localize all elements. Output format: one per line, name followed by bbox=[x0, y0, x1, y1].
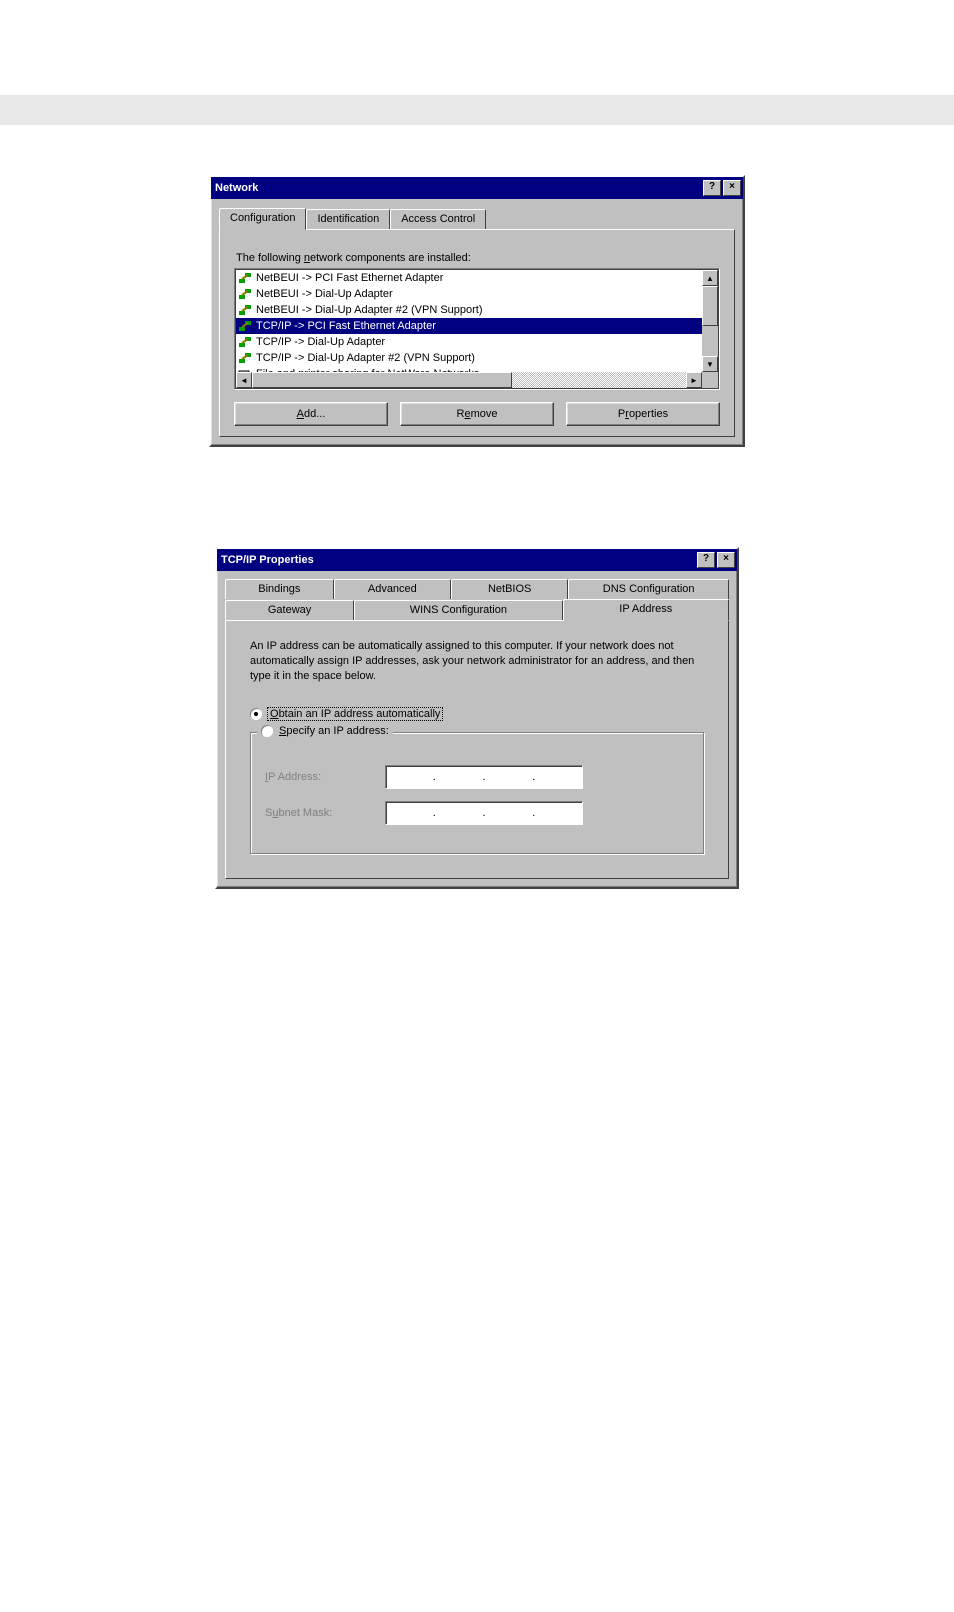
tab-wins-configuration[interactable]: WINS Configuration bbox=[354, 600, 562, 620]
scroll-down-button[interactable]: ▼ bbox=[702, 356, 718, 372]
radio-obtain-auto[interactable]: Obtain an IP address automatically bbox=[250, 706, 704, 722]
ip-description: An IP address can be automatically assig… bbox=[250, 639, 704, 684]
ip-address-pane: An IP address can be automatically assig… bbox=[225, 620, 729, 879]
tab-advanced[interactable]: Advanced bbox=[334, 579, 451, 599]
radio-specify-ip-label: Specify an IP address: bbox=[279, 725, 389, 737]
subnet-mask-label: Subnet Mask: bbox=[265, 807, 385, 819]
list-item[interactable]: NetBEUI -> Dial-Up Adapter #2 (VPN Suppo… bbox=[236, 302, 702, 318]
tab-gateway[interactable]: Gateway bbox=[225, 600, 354, 620]
tcpip-tabs-row1: Bindings Advanced NetBIOS DNS Configurat… bbox=[217, 571, 737, 599]
protocol-icon bbox=[238, 319, 252, 333]
tab-bindings[interactable]: Bindings bbox=[225, 579, 334, 599]
protocol-icon bbox=[238, 271, 252, 285]
tab-dns-configuration[interactable]: DNS Configuration bbox=[568, 579, 729, 599]
tcpip-dialog: TCP/IP Properties ? × Bindings Advanced … bbox=[215, 547, 739, 889]
list-item-label: NetBEUI -> Dial-Up Adapter #2 (VPN Suppo… bbox=[256, 304, 483, 316]
protocol-icon bbox=[238, 303, 252, 317]
list-item-label: NetBEUI -> Dial-Up Adapter bbox=[256, 288, 393, 300]
list-item[interactable]: NetBEUI -> Dial-Up Adapter bbox=[236, 286, 702, 302]
radio-button-icon bbox=[261, 725, 273, 737]
network-title: Network bbox=[215, 182, 701, 194]
page-header-bar bbox=[0, 95, 954, 125]
radio-button-icon bbox=[250, 708, 262, 720]
specify-ip-group: Specify an IP address: IP Address: . . .… bbox=[250, 732, 704, 854]
ip-address-label: IP Address: bbox=[265, 771, 385, 783]
list-item-label: NetBEUI -> PCI Fast Ethernet Adapter bbox=[256, 272, 443, 284]
tcpip-titlebar[interactable]: TCP/IP Properties ? × bbox=[217, 549, 737, 571]
scroll-up-button[interactable]: ▲ bbox=[702, 270, 718, 286]
protocol-icon bbox=[238, 351, 252, 365]
properties-button[interactable]: Properties bbox=[566, 402, 720, 426]
tab-identification[interactable]: Identification bbox=[306, 209, 390, 229]
list-item[interactable]: TCP/IP -> PCI Fast Ethernet Adapter bbox=[236, 318, 702, 334]
radio-specify-ip[interactable]: Specify an IP address: bbox=[257, 725, 393, 737]
network-tabs: Configuration Identification Access Cont… bbox=[211, 199, 743, 229]
tab-netbios[interactable]: NetBIOS bbox=[451, 579, 568, 599]
close-button[interactable]: × bbox=[723, 180, 741, 196]
tcpip-title: TCP/IP Properties bbox=[221, 554, 695, 566]
help-button[interactable]: ? bbox=[697, 552, 715, 568]
scroll-thumb-h[interactable] bbox=[252, 372, 512, 388]
components-label: The following network components are ins… bbox=[236, 252, 720, 264]
scroll-thumb[interactable] bbox=[702, 286, 718, 326]
network-dialog: Network ? × Configuration Identification… bbox=[209, 175, 745, 447]
add-button[interactable]: Add... bbox=[234, 402, 388, 426]
list-item-label: TCP/IP -> Dial-Up Adapter bbox=[256, 336, 385, 348]
vertical-scrollbar[interactable]: ▲ ▼ bbox=[702, 270, 718, 372]
configuration-pane: The following network components are ins… bbox=[219, 229, 735, 437]
list-item-label: TCP/IP -> PCI Fast Ethernet Adapter bbox=[256, 320, 436, 332]
list-item-label: TCP/IP -> Dial-Up Adapter #2 (VPN Suppor… bbox=[256, 352, 475, 364]
tab-access-control[interactable]: Access Control bbox=[390, 209, 486, 229]
list-item[interactable]: TCP/IP -> Dial-Up Adapter #2 (VPN Suppor… bbox=[236, 350, 702, 366]
protocol-icon bbox=[238, 287, 252, 301]
remove-button[interactable]: Remove bbox=[400, 402, 554, 426]
components-listbox[interactable]: NetBEUI -> PCI Fast Ethernet Adapter NetB… bbox=[234, 268, 720, 390]
subnet-mask-field[interactable]: . . . bbox=[385, 801, 583, 825]
network-titlebar[interactable]: Network ? × bbox=[211, 177, 743, 199]
scroll-corner bbox=[702, 372, 718, 388]
list-item[interactable]: NetBEUI -> PCI Fast Ethernet Adapter bbox=[236, 270, 702, 286]
tab-ip-address[interactable]: IP Address bbox=[563, 599, 729, 621]
radio-obtain-auto-label: Obtain an IP address automatically bbox=[268, 708, 442, 720]
horizontal-scrollbar[interactable]: ◄ ► bbox=[236, 372, 702, 388]
scroll-left-button[interactable]: ◄ bbox=[236, 372, 252, 388]
protocol-icon bbox=[238, 335, 252, 349]
button-row: Add... Remove Properties bbox=[234, 402, 720, 426]
help-button[interactable]: ? bbox=[703, 180, 721, 196]
close-button[interactable]: × bbox=[717, 552, 735, 568]
tab-configuration[interactable]: Configuration bbox=[219, 208, 306, 230]
tcpip-tabs-row2: Gateway WINS Configuration IP Address bbox=[217, 598, 737, 620]
ip-address-field[interactable]: . . . bbox=[385, 765, 583, 789]
scroll-right-button[interactable]: ► bbox=[686, 372, 702, 388]
list-item[interactable]: TCP/IP -> Dial-Up Adapter bbox=[236, 334, 702, 350]
